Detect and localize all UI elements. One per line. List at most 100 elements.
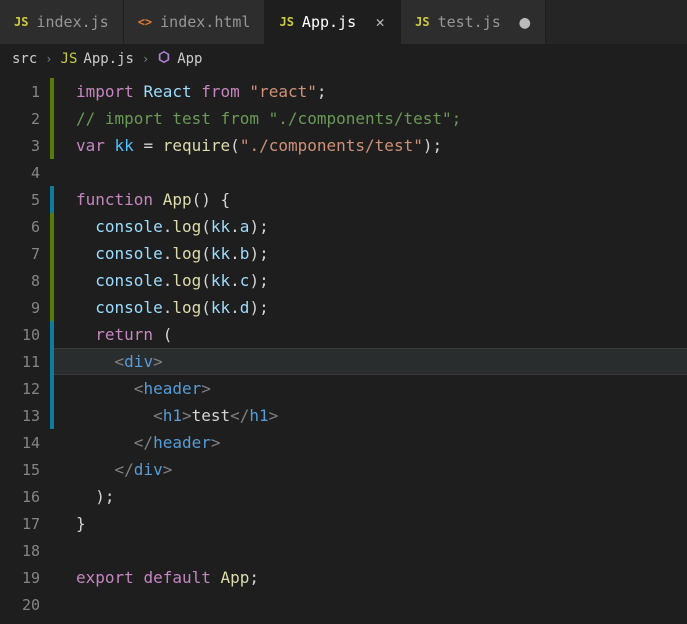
code-line[interactable]: import React from "react"; (54, 78, 687, 105)
code-line[interactable]: ); (54, 483, 687, 510)
token-default (153, 190, 163, 209)
breadcrumb-file[interactable]: JS App.js (61, 51, 134, 67)
token-var: React (143, 82, 191, 101)
code-line[interactable]: return ( (54, 321, 687, 348)
token-func: log (172, 244, 201, 263)
token-tagbr: > (153, 352, 163, 371)
line-number: 19 (0, 569, 50, 587)
token-punct: ( (201, 217, 211, 236)
token-punct: ; (249, 568, 259, 587)
gutter-row: 8 (0, 267, 54, 294)
gutter-row: 11 (0, 348, 54, 375)
token-punct: ) (423, 136, 433, 155)
token-keyword: function (76, 190, 153, 209)
token-keyword: import (76, 82, 134, 101)
gutter-row: 7 (0, 240, 54, 267)
line-number: 20 (0, 596, 50, 614)
token-tag: div (124, 352, 153, 371)
token-default (76, 298, 95, 317)
token-var: console (95, 271, 162, 290)
token-punct: . (163, 271, 173, 290)
line-number: 8 (0, 272, 50, 290)
gutter-row: 16 (0, 483, 54, 510)
tab-bar: JS index.js <> index.html JS App.js ✕ JS… (0, 0, 687, 44)
tab-app-js[interactable]: JS App.js ✕ (265, 0, 401, 44)
code-line[interactable] (54, 537, 687, 564)
token-keyword: export (76, 568, 134, 587)
token-var: b (240, 244, 250, 263)
tab-label: test.js (438, 13, 501, 31)
token-punct: ) (249, 244, 259, 263)
token-keyword: from (201, 82, 240, 101)
token-default (153, 325, 163, 344)
code-line[interactable]: var kk = require("./components/test"); (54, 132, 687, 159)
gutter-row: 2 (0, 105, 54, 132)
token-keyword: var (76, 136, 105, 155)
tab-index-html[interactable]: <> index.html (124, 0, 266, 44)
code-line[interactable]: <h1>test</h1> (54, 402, 687, 429)
line-number: 3 (0, 137, 50, 155)
breadcrumb[interactable]: src › JS App.js › App (0, 44, 687, 74)
token-punct: . (230, 271, 240, 290)
code-line[interactable]: // import test from "./components/test"; (54, 105, 687, 132)
gutter-row: 13 (0, 402, 54, 429)
token-punct: . (163, 244, 173, 263)
breadcrumb-symbol[interactable]: App (157, 50, 202, 68)
token-punct: ; (432, 136, 442, 155)
code-line[interactable]: console.log(kk.c); (54, 267, 687, 294)
token-tagbr: </ (115, 460, 134, 479)
token-func: App (221, 568, 250, 587)
line-number: 14 (0, 434, 50, 452)
token-punct: ) (95, 487, 105, 506)
code-line[interactable]: <div> (54, 348, 687, 375)
token-punct: ) (249, 271, 259, 290)
code-line[interactable]: export default App; (54, 564, 687, 591)
code-line[interactable]: function App() { (54, 186, 687, 213)
code-line[interactable]: } (54, 510, 687, 537)
token-default (76, 379, 134, 398)
line-number: 11 (0, 353, 50, 371)
token-default (76, 217, 95, 236)
token-tagbr: < (153, 406, 163, 425)
token-default: test (192, 406, 231, 425)
token-tagbr: > (182, 406, 192, 425)
line-number: 15 (0, 461, 50, 479)
gutter-row: 3 (0, 132, 54, 159)
gutter-row: 17 (0, 510, 54, 537)
token-default (76, 433, 134, 452)
code-line[interactable]: </header> (54, 429, 687, 456)
code-editor[interactable]: 1234567891011121314151617181920 import R… (0, 74, 687, 618)
code-line[interactable]: console.log(kk.d); (54, 294, 687, 321)
token-comment: // import test from "./components/test"; (76, 109, 461, 128)
line-number: 18 (0, 542, 50, 560)
breadcrumb-folder[interactable]: src (12, 51, 37, 67)
code-line[interactable]: </div> (54, 456, 687, 483)
token-keyword: return (95, 325, 153, 344)
code-line[interactable]: console.log(kk.a); (54, 213, 687, 240)
token-default (76, 352, 115, 371)
code-line[interactable] (54, 159, 687, 186)
tab-index-js[interactable]: JS index.js (0, 0, 124, 44)
js-icon: JS (14, 15, 28, 29)
token-punct: ( (163, 325, 173, 344)
chevron-right-icon: › (45, 52, 52, 66)
code-line[interactable] (54, 591, 687, 618)
token-tagbr: > (269, 406, 279, 425)
token-default (134, 136, 144, 155)
gutter-row: 19 (0, 564, 54, 591)
html-icon: <> (138, 15, 152, 29)
symbol-method-icon (157, 50, 171, 68)
token-punct: ( (201, 271, 211, 290)
token-tag: header (153, 433, 211, 452)
tab-test-js[interactable]: JS test.js ● (401, 0, 546, 44)
line-number: 10 (0, 326, 50, 344)
token-tagbr: > (163, 460, 173, 479)
token-tag: h1 (163, 406, 182, 425)
code-area[interactable]: import React from "react"; // import test… (54, 74, 687, 618)
close-icon[interactable]: ✕ (374, 13, 386, 31)
gutter-row: 18 (0, 537, 54, 564)
token-var: a (240, 217, 250, 236)
token-default (211, 190, 221, 209)
code-line[interactable]: console.log(kk.b); (54, 240, 687, 267)
code-line[interactable]: <header> (54, 375, 687, 402)
